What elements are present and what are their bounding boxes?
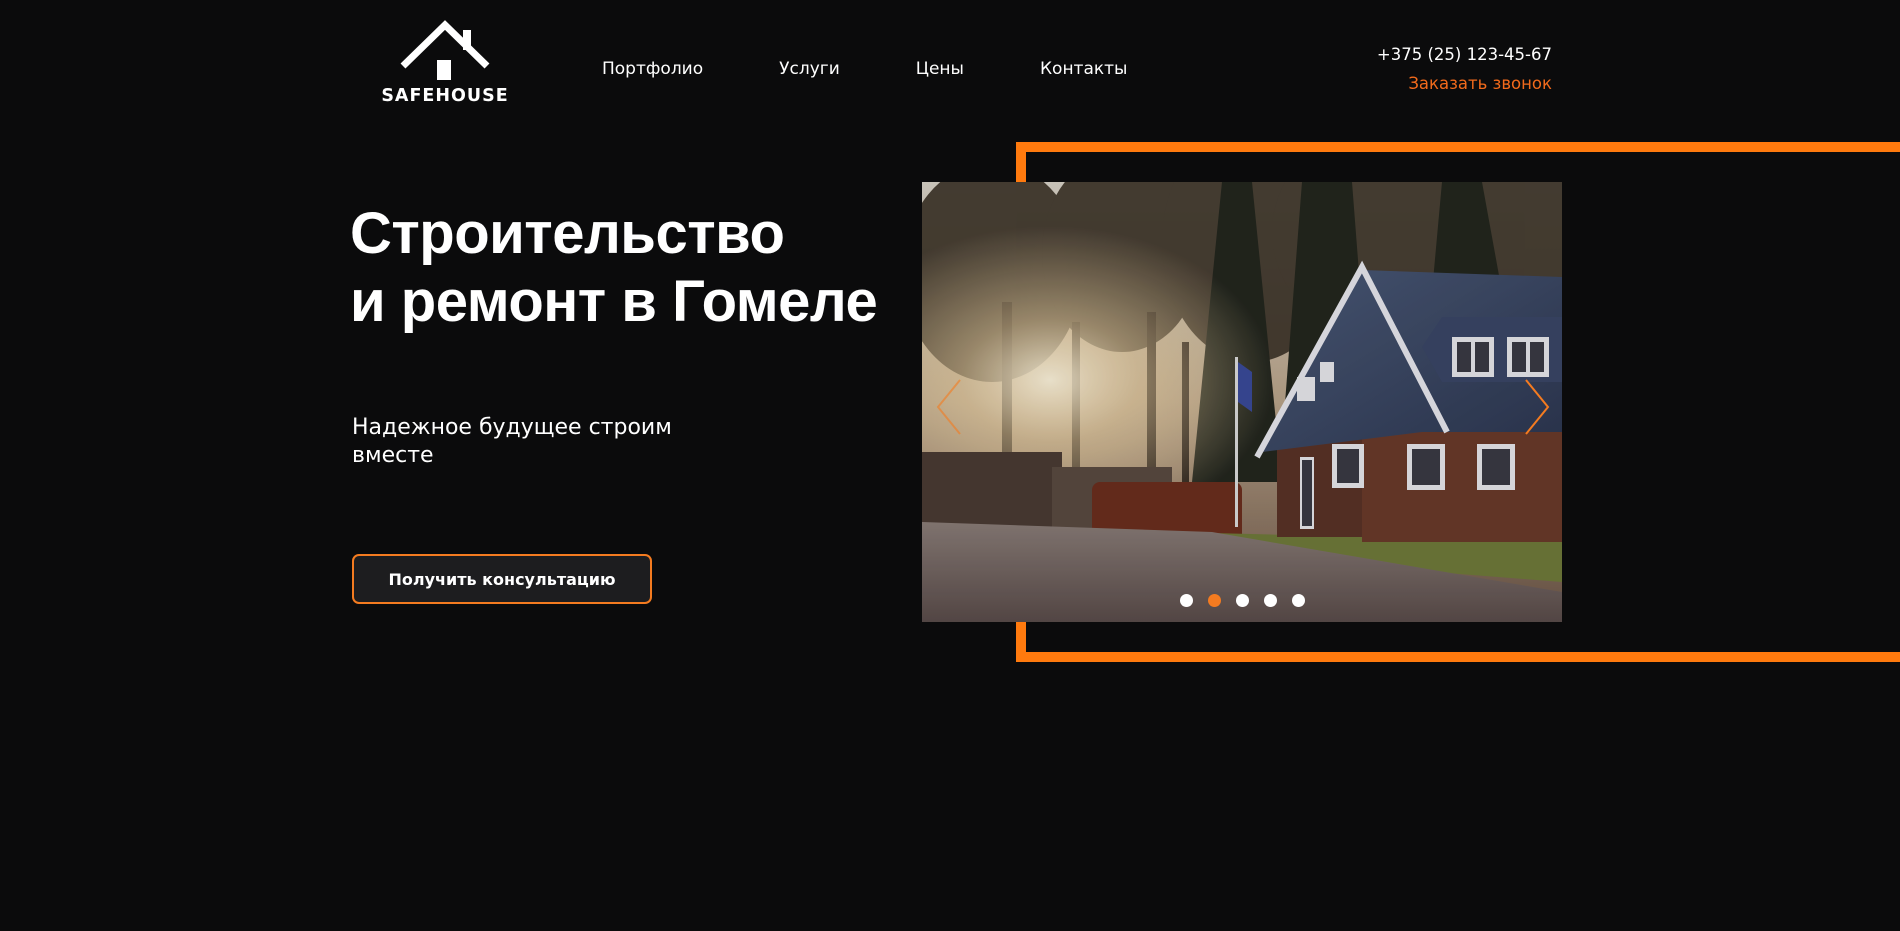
- slider-dot[interactable]: [1235, 594, 1249, 607]
- hero-title-line-1: Строительство: [350, 201, 785, 266]
- slider-dots: [922, 594, 1562, 607]
- house-roof-icon: [400, 20, 490, 80]
- slider-dot[interactable]: [1207, 594, 1221, 607]
- nav-item-portfolio[interactable]: Портфолио: [602, 58, 703, 80]
- hero-title-line-2: и ремонт в Гомеле: [350, 269, 878, 334]
- image-slider[interactable]: [922, 182, 1562, 622]
- slider-prev-button[interactable]: [930, 372, 970, 442]
- chevron-right-icon: [1525, 379, 1550, 435]
- hero-title: Строительство и ремонт в Гомеле: [350, 200, 878, 336]
- site-logo[interactable]: SAFEHOUSE: [380, 20, 510, 112]
- slider-next-button[interactable]: [1516, 372, 1556, 442]
- slider-dot[interactable]: [1263, 594, 1277, 607]
- nav-item-contacts[interactable]: Контакты: [1040, 58, 1128, 80]
- consultation-button[interactable]: Получить консультацию: [352, 554, 652, 604]
- nav-item-services[interactable]: Услуги: [779, 58, 840, 80]
- logo-text: SAFEHOUSE: [381, 86, 509, 106]
- callback-link[interactable]: Заказать звонок: [1377, 74, 1552, 94]
- hero-subtitle: Надежное будущее строим вместе: [352, 415, 672, 468]
- nav-item-prices[interactable]: Цены: [916, 58, 964, 80]
- house-photo: [922, 182, 1562, 622]
- main-nav: Портфолио Услуги Цены Контакты: [602, 58, 1127, 80]
- slider-dot[interactable]: [1179, 594, 1193, 607]
- page: SAFEHOUSE Портфолио Услуги Цены Контакты…: [0, 0, 1900, 931]
- slider-dot[interactable]: [1291, 594, 1305, 607]
- chevron-left-icon: [936, 379, 961, 435]
- header-contacts: +375 (25) 123-45-67 Заказать звонок: [1377, 45, 1552, 94]
- phone-link[interactable]: +375 (25) 123-45-67: [1377, 45, 1552, 65]
